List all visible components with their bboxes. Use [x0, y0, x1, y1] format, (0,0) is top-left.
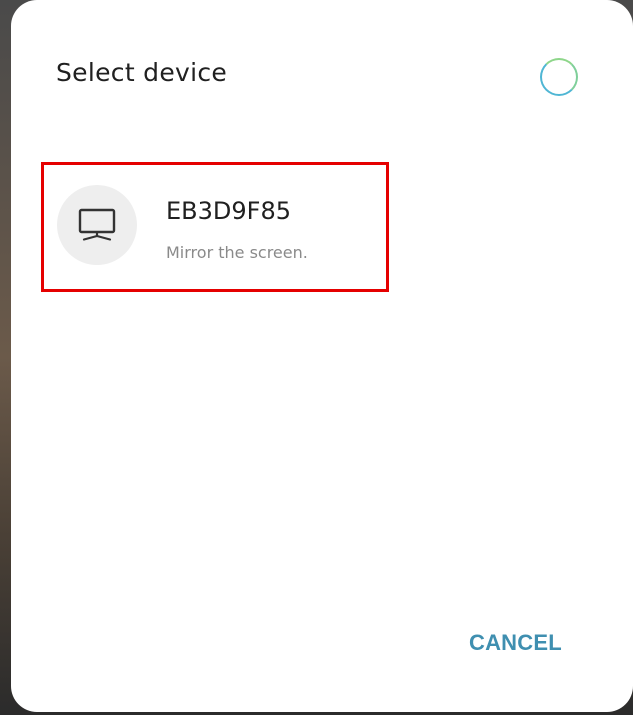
- device-name: EB3D9F85: [166, 197, 291, 225]
- tv-monitor-icon: [78, 208, 116, 241]
- loading-spinner-icon: [540, 58, 578, 96]
- dialog-title: Select device: [56, 58, 228, 87]
- cancel-button[interactable]: CANCEL: [461, 626, 570, 660]
- device-description: Mirror the screen.: [166, 243, 308, 262]
- device-list-item[interactable]: EB3D9F85 Mirror the screen.: [41, 162, 389, 292]
- select-device-dialog: Select device EB3D9F85 Mirror the screen…: [11, 0, 633, 712]
- device-avatar: [57, 185, 137, 265]
